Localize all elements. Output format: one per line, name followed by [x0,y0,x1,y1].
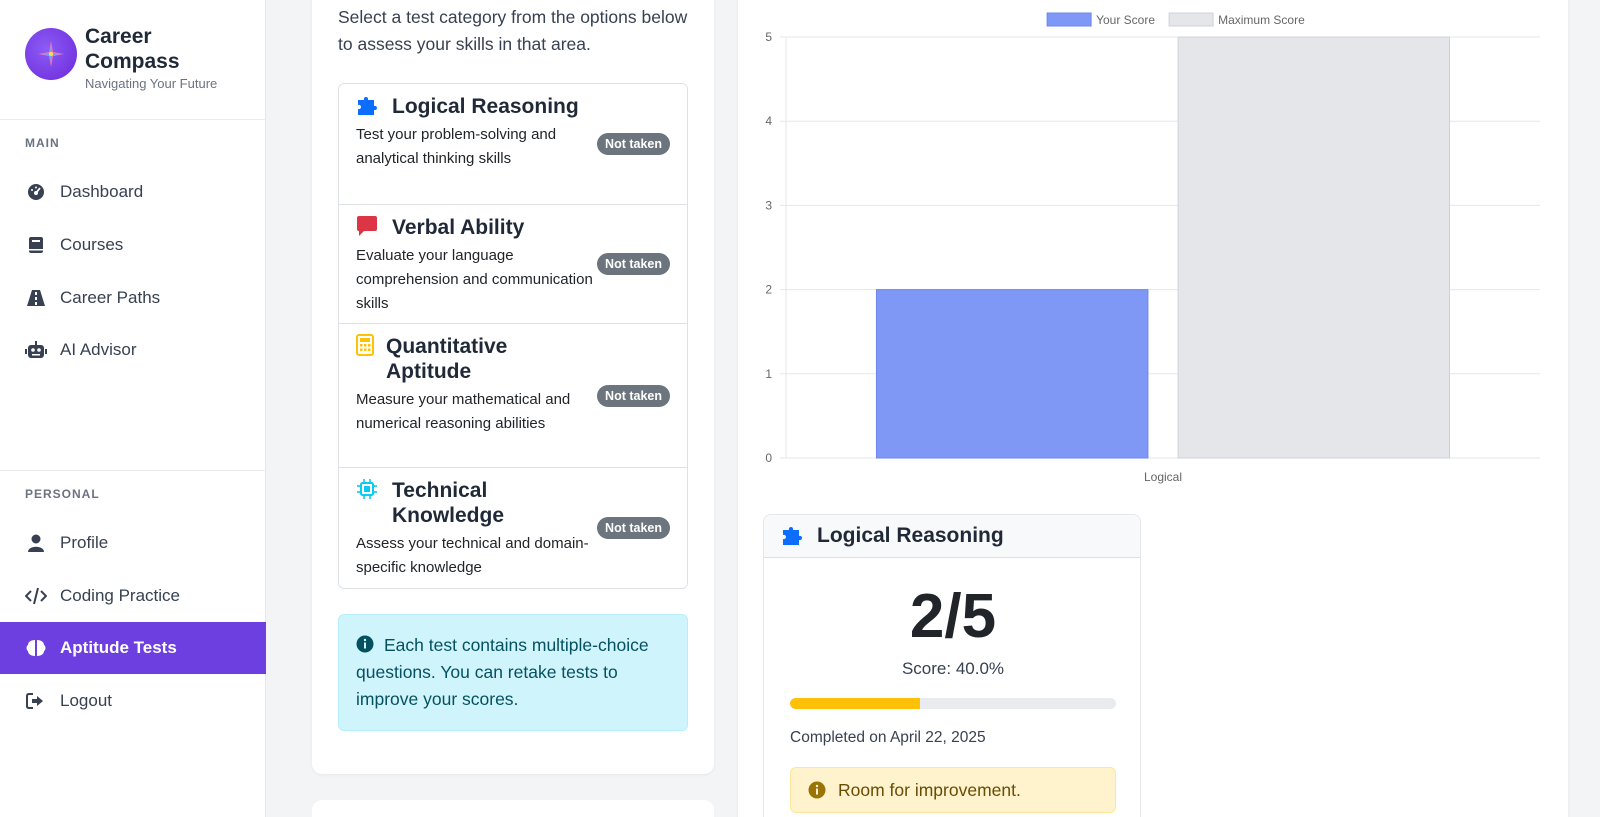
completed-date: Completed on April 22, 2025 [790,729,986,746]
legend-swatch [1168,12,1214,27]
status-badge: Not taken [597,517,670,539]
brand-title: Career Compass [85,25,180,73]
test-intro-text: Select a test category from the options … [338,7,688,54]
test-description: Measure your mathematical and numerical … [356,391,571,432]
puzzle-icon [356,94,380,118]
y-tick-label: 1 [765,367,772,381]
calculator-icon [356,334,374,358]
bar-your-score [875,289,1149,459]
compass-logo-icon [25,28,77,80]
test-title: Quantitative Aptitude [386,335,508,383]
nav-label: Profile [60,533,109,552]
test-description: Test your problem-solving and analytical… [356,126,557,167]
legend-label: Your Score [1096,13,1155,27]
score-percentage: Score: 40.0% [901,659,1005,678]
test-title: Verbal Ability [392,216,525,239]
info-text: Each test contains multiple-choice quest… [356,635,649,709]
info-circle-icon [356,634,374,653]
puzzle-icon [781,524,805,548]
status-badge: Not taken [597,384,670,407]
nav-label: Dashboard [60,182,144,201]
brand[interactable]: Career Compass Navigating Your Future [0,0,265,120]
test-item-technical[interactable]: Technical Knowledge Assess your technica… [339,468,687,588]
status-badge: Not taken [597,133,670,155]
user-icon [25,532,47,554]
y-tick-label: 3 [765,198,772,212]
nav-item-aptitude-tests[interactable]: Aptitude Tests [0,622,266,674]
info-circle-icon [808,781,826,799]
result-title: Logical Reasoning [817,524,1004,547]
brand-subtitle: Navigating Your Future [85,76,218,91]
status-badge: Not taken [597,253,670,275]
test-description: Assess your technical and domain-specifi… [356,535,589,576]
nav-label: Courses [60,235,124,254]
robot-icon [25,339,47,361]
test-title: Logical Reasoning [392,95,579,118]
nav-label: Coding Practice [60,586,181,605]
nav-item-career-paths[interactable]: Career Paths [0,272,266,324]
score-value: 2/5 [909,582,997,651]
test-item-quantitative[interactable]: Quantitative Aptitude Measure your mathe… [339,324,687,468]
test-item-logical[interactable]: Logical Reasoning Test your problem-solv… [339,84,687,205]
nav-item-courses[interactable]: Courses [0,219,266,271]
nav-label: Career Paths [60,288,161,307]
feedback-text: Room for improvement. [838,779,1021,800]
y-tick-label: 5 [765,30,772,44]
result-header: Logical Reasoning [764,515,1140,558]
book-icon [25,234,47,256]
score-progress-bar [790,698,1116,709]
score-bar-chart: 0 1 2 3 4 5 Logical Your Score Maximum Score [765,12,1540,484]
road-icon [25,287,47,309]
test-title: Technical Knowledge [392,479,505,527]
legend-swatch [1046,12,1092,27]
nav-label: Logout [60,691,112,710]
nav-item-profile[interactable]: Profile [0,517,266,569]
nav-item-coding-practice[interactable]: Coding Practice [0,570,266,622]
comment-icon [356,215,380,239]
section-label-main: MAIN [25,136,60,150]
nav-item-dashboard[interactable]: Dashboard [0,166,266,218]
next-card [312,800,714,817]
legend-label: Maximum Score [1218,13,1305,27]
gauge-icon [25,181,47,203]
y-tick-label: 4 [765,114,772,128]
nav-label: Aptitude Tests [60,638,177,657]
y-tick-label: 2 [765,283,772,297]
code-icon [25,585,47,607]
bar-maximum-score [1177,36,1451,459]
x-tick-label: Logical [1144,470,1182,484]
info-alert: Each test contains multiple-choice quest… [338,614,688,731]
test-description: Evaluate your language comprehension and… [356,247,593,312]
nav-label: AI Advisor [60,340,137,359]
test-list: Logical Reasoning Test your problem-solv… [338,83,688,589]
sidebar-divider [0,470,266,471]
microchip-icon [356,478,380,502]
section-label-personal: PERSONAL [25,487,100,501]
logout-icon [25,690,47,712]
y-tick-label: 0 [765,451,772,465]
brain-icon [25,637,47,659]
test-item-verbal[interactable]: Verbal Ability Evaluate your language co… [339,205,687,324]
sidebar: Career Compass Navigating Your Future MA… [0,0,266,817]
feedback-alert: Room for improvement. [790,767,1116,813]
nav-item-logout[interactable]: Logout [0,675,266,727]
result-card-logical: Logical Reasoning 2/5 Score: 40.0% Compl… [763,514,1141,817]
nav-item-ai-advisor[interactable]: AI Advisor [0,324,266,376]
progress-fill [790,698,921,709]
